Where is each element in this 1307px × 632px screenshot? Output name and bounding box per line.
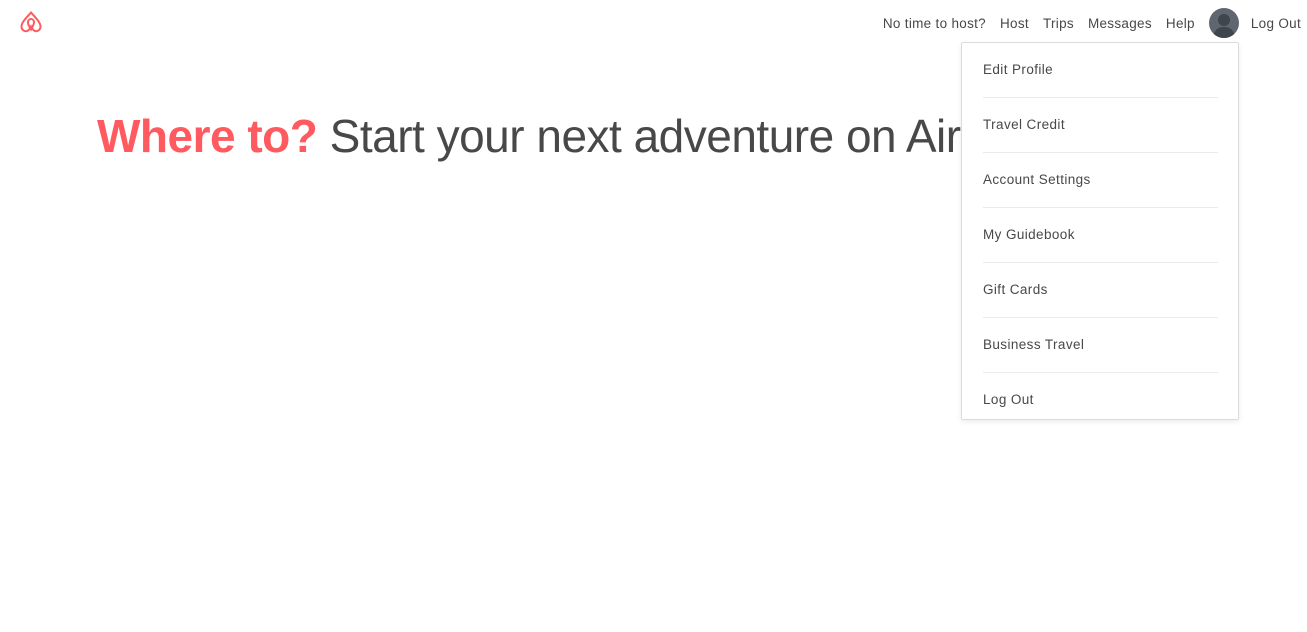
nav-trips[interactable]: Trips [1043, 16, 1074, 31]
menu-item-gift-cards[interactable]: Gift Cards [983, 263, 1218, 318]
hero-accent-text: Where to? [97, 110, 318, 162]
nav-help[interactable]: Help [1166, 16, 1195, 31]
menu-item-travel-credit[interactable]: Travel Credit [983, 98, 1218, 153]
hero-rest-text: Start your next adventure on Airbnb [329, 110, 961, 162]
menu-item-my-guidebook[interactable]: My Guidebook [983, 208, 1218, 263]
nav-messages[interactable]: Messages [1088, 16, 1152, 31]
airbnb-logo-icon[interactable] [15, 6, 47, 38]
menu-item-log-out[interactable]: Log Out [983, 373, 1218, 427]
menu-item-edit-profile[interactable]: Edit Profile [983, 43, 1218, 98]
top-navigation: No time to host? Host Trips Messages Hel… [883, 0, 1307, 46]
menu-item-account-settings[interactable]: Account Settings [983, 153, 1218, 208]
nav-host[interactable]: Host [1000, 16, 1029, 31]
nav-no-time-to-host[interactable]: No time to host? [883, 16, 986, 31]
user-avatar-icon[interactable] [1208, 8, 1239, 38]
nav-log-out[interactable]: Log Out [1251, 16, 1301, 31]
page: No time to host? Host Trips Messages Hel… [0, 0, 1307, 632]
profile-dropdown-menu: Edit Profile Travel Credit Account Setti… [961, 42, 1239, 420]
menu-item-business-travel[interactable]: Business Travel [983, 318, 1218, 373]
hero-heading: Where to? Start your next adventure on A… [97, 106, 961, 166]
